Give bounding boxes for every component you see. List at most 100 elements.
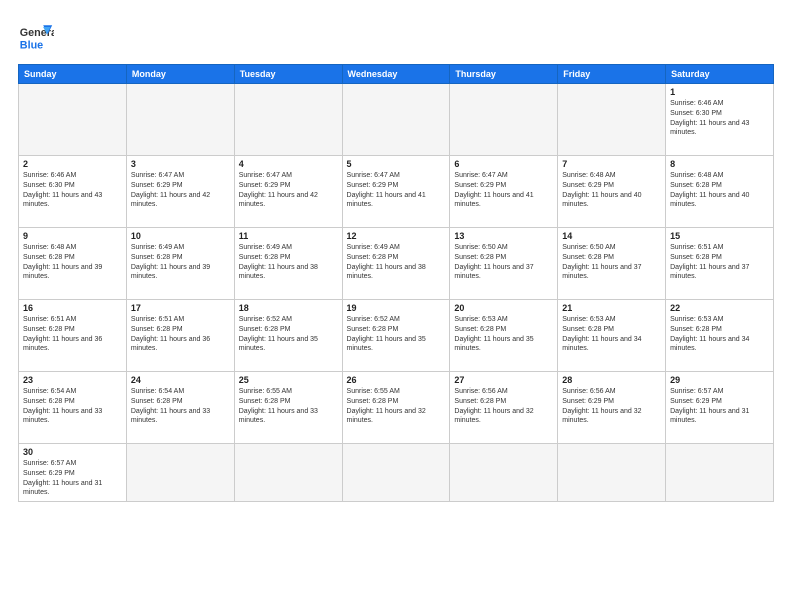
calendar-cell [450, 444, 558, 502]
col-thursday: Thursday [450, 65, 558, 84]
calendar-cell: 22 Sunrise: 6:53 AMSunset: 6:28 PMDayligh… [666, 300, 774, 372]
calendar-cell [126, 444, 234, 502]
day-number: 8 [670, 159, 769, 169]
calendar-cell: 6Sunrise: 6:47 AMSunset: 6:29 PMDaylight… [450, 156, 558, 228]
header: General Blue [18, 18, 774, 54]
col-sunday: Sunday [19, 65, 127, 84]
day-info: Sunrise: 6:53 AMSunset: 6:28 PMDaylight:… [670, 315, 769, 354]
calendar-cell: 25Sunrise: 6:55 AMSunset: 6:28 PMDayligh… [234, 372, 342, 444]
calendar-cell: 16Sunrise: 6:51 AMSunset: 6:28 PMDayligh… [19, 300, 127, 372]
calendar-cell: 11 Sunrise: 6:49 AMSunset: 6:28 PMDayligh… [234, 228, 342, 300]
day-info: Sunrise: 6:46 AMSunset: 6:30 PMDaylight:… [23, 171, 122, 210]
day-info: Sunrise: 6:53 AMSunset: 6:28 PMDaylight:… [562, 315, 661, 354]
day-number: 15 [670, 231, 769, 241]
calendar-cell [234, 84, 342, 156]
calendar-cell: 14Sunrise: 6:50 AMSunset: 6:28 PMDayligh… [558, 228, 666, 300]
calendar-cell [342, 444, 450, 502]
calendar-cell: 10Sunrise: 6:49 AMSunset: 6:28 PMDayligh… [126, 228, 234, 300]
day-info: Sunrise: 6:49 AMSunset: 6:28 PMDaylight:… [239, 243, 338, 282]
page: General Blue Sunday Monday Tuesday Wedne… [0, 0, 792, 612]
calendar-cell: 15 Sunrise: 6:51 AMSunset: 6:28 PMDayligh… [666, 228, 774, 300]
calendar-cell [126, 84, 234, 156]
day-number: 4 [239, 159, 338, 169]
calendar-cell [558, 84, 666, 156]
calendar-cell: 21Sunrise: 6:53 AMSunset: 6:28 PMDayligh… [558, 300, 666, 372]
day-info: Sunrise: 6:47 AMSunset: 6:29 PMDaylight:… [347, 171, 446, 210]
day-number: 3 [131, 159, 230, 169]
calendar-cell [234, 444, 342, 502]
day-info: Sunrise: 6:52 AMSunset: 6:28 PMDaylight:… [239, 315, 338, 354]
calendar: Sunday Monday Tuesday Wednesday Thursday… [18, 64, 774, 502]
day-number: 27 [454, 375, 553, 385]
day-info: Sunrise: 6:48 AMSunset: 6:28 PMDaylight:… [670, 171, 769, 210]
day-number: 17 [131, 303, 230, 313]
day-info: Sunrise: 6:47 AMSunset: 6:29 PMDaylight:… [131, 171, 230, 210]
calendar-cell: 30Sunrise: 6:57 AMSunset: 6:29 PMDayligh… [19, 444, 127, 502]
calendar-cell: 8 Sunrise: 6:48 AMSunset: 6:28 PMDaylight… [666, 156, 774, 228]
day-number: 25 [239, 375, 338, 385]
day-info: Sunrise: 6:55 AMSunset: 6:28 PMDaylight:… [347, 387, 446, 426]
calendar-cell: 1 Sunrise: 6:46 AMSunset: 6:30 PMDaylight… [666, 84, 774, 156]
calendar-cell: 27 Sunrise: 6:56 AMSunset: 6:28 PMDayligh… [450, 372, 558, 444]
day-info: Sunrise: 6:51 AMSunset: 6:28 PMDaylight:… [670, 243, 769, 282]
day-number: 18 [239, 303, 338, 313]
day-info: Sunrise: 6:54 AMSunset: 6:28 PMDaylight:… [23, 387, 122, 426]
day-info: Sunrise: 6:47 AMSunset: 6:29 PMDaylight:… [239, 171, 338, 210]
day-number: 22 [670, 303, 769, 313]
calendar-cell: 12Sunrise: 6:49 AMSunset: 6:28 PMDayligh… [342, 228, 450, 300]
calendar-header-row: Sunday Monday Tuesday Wednesday Thursday… [19, 65, 774, 84]
calendar-cell: 20 Sunrise: 6:53 AMSunset: 6:28 PMDayligh… [450, 300, 558, 372]
day-number: 9 [23, 231, 122, 241]
calendar-cell: 9 Sunrise: 6:48 AMSunset: 6:28 PMDaylight… [19, 228, 127, 300]
day-info: Sunrise: 6:54 AMSunset: 6:28 PMDaylight:… [131, 387, 230, 426]
calendar-cell: 29 Sunrise: 6:57 AMSunset: 6:29 PMDayligh… [666, 372, 774, 444]
calendar-cell: 17 Sunrise: 6:51 AMSunset: 6:28 PMDayligh… [126, 300, 234, 372]
col-tuesday: Tuesday [234, 65, 342, 84]
day-number: 26 [347, 375, 446, 385]
day-number: 30 [23, 447, 122, 457]
day-info: Sunrise: 6:52 AMSunset: 6:28 PMDaylight:… [347, 315, 446, 354]
calendar-cell: 24 Sunrise: 6:54 AMSunset: 6:28 PMDayligh… [126, 372, 234, 444]
day-number: 24 [131, 375, 230, 385]
day-info: Sunrise: 6:53 AMSunset: 6:28 PMDaylight:… [454, 315, 553, 354]
calendar-cell: 18 Sunrise: 6:52 AMSunset: 6:28 PMDayligh… [234, 300, 342, 372]
calendar-cell: 3 Sunrise: 6:47 AMSunset: 6:29 PMDaylight… [126, 156, 234, 228]
calendar-cell: 28Sunrise: 6:56 AMSunset: 6:29 PMDayligh… [558, 372, 666, 444]
calendar-cell: 19 Sunrise: 6:52 AMSunset: 6:28 PMDayligh… [342, 300, 450, 372]
calendar-cell: 26 Sunrise: 6:55 AMSunset: 6:28 PMDayligh… [342, 372, 450, 444]
logo-icon: General Blue [18, 18, 54, 54]
day-info: Sunrise: 6:47 AMSunset: 6:29 PMDaylight:… [454, 171, 553, 210]
day-number: 23 [23, 375, 122, 385]
col-saturday: Saturday [666, 65, 774, 84]
day-info: Sunrise: 6:56 AMSunset: 6:28 PMDaylight:… [454, 387, 553, 426]
day-number: 29 [670, 375, 769, 385]
day-number: 1 [670, 87, 769, 97]
day-info: Sunrise: 6:50 AMSunset: 6:28 PMDaylight:… [454, 243, 553, 282]
day-number: 12 [347, 231, 446, 241]
calendar-cell: 7Sunrise: 6:48 AMSunset: 6:29 PMDaylight… [558, 156, 666, 228]
day-number: 5 [347, 159, 446, 169]
day-info: Sunrise: 6:46 AMSunset: 6:30 PMDaylight:… [670, 99, 769, 138]
day-info: Sunrise: 6:48 AMSunset: 6:29 PMDaylight:… [562, 171, 661, 210]
svg-text:Blue: Blue [20, 40, 43, 52]
col-wednesday: Wednesday [342, 65, 450, 84]
calendar-cell: 5 Sunrise: 6:47 AMSunset: 6:29 PMDaylight… [342, 156, 450, 228]
calendar-cell [342, 84, 450, 156]
calendar-cell [19, 84, 127, 156]
col-monday: Monday [126, 65, 234, 84]
day-info: Sunrise: 6:51 AMSunset: 6:28 PMDaylight:… [131, 315, 230, 354]
day-number: 19 [347, 303, 446, 313]
day-number: 20 [454, 303, 553, 313]
calendar-cell: 4 Sunrise: 6:47 AMSunset: 6:29 PMDaylight… [234, 156, 342, 228]
day-number: 14 [562, 231, 661, 241]
day-number: 11 [239, 231, 338, 241]
day-number: 13 [454, 231, 553, 241]
col-friday: Friday [558, 65, 666, 84]
day-info: Sunrise: 6:49 AMSunset: 6:28 PMDaylight:… [131, 243, 230, 282]
day-info: Sunrise: 6:56 AMSunset: 6:29 PMDaylight:… [562, 387, 661, 426]
day-info: Sunrise: 6:57 AMSunset: 6:29 PMDaylight:… [670, 387, 769, 426]
day-info: Sunrise: 6:48 AMSunset: 6:28 PMDaylight:… [23, 243, 122, 282]
calendar-cell: 23 Sunrise: 6:54 AMSunset: 6:28 PMDayligh… [19, 372, 127, 444]
calendar-cell: 2Sunrise: 6:46 AMSunset: 6:30 PMDaylight… [19, 156, 127, 228]
day-info: Sunrise: 6:51 AMSunset: 6:28 PMDaylight:… [23, 315, 122, 354]
